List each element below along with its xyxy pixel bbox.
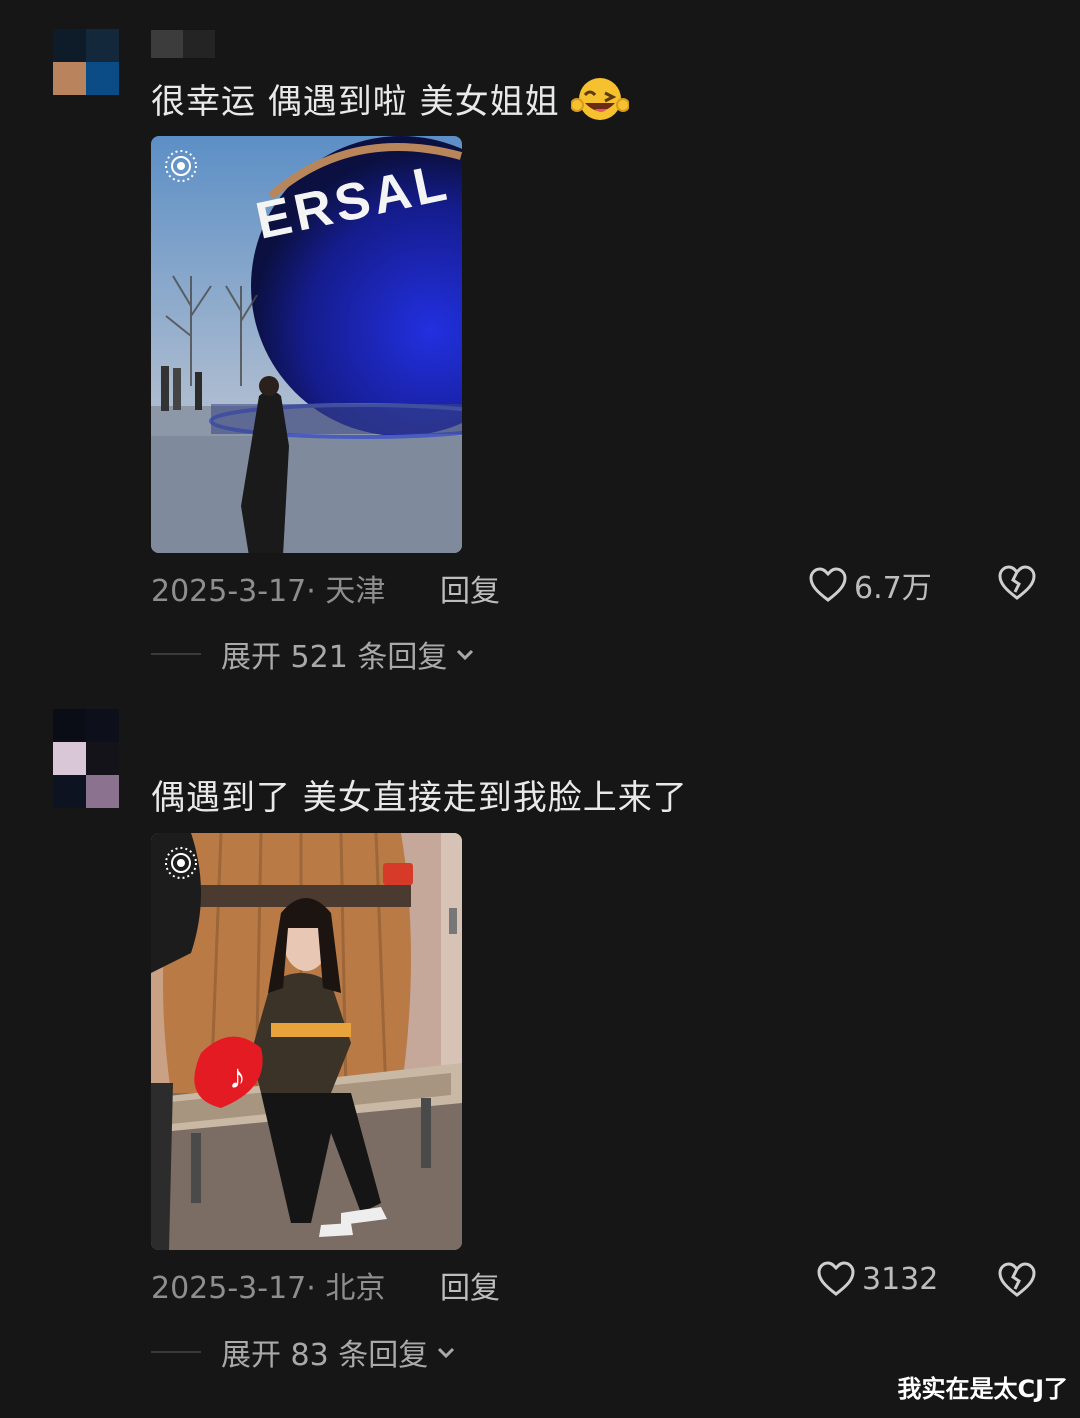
comment-date-location: 2025-3-17· 北京	[151, 1271, 386, 1306]
username-pixelated[interactable]	[151, 30, 215, 58]
like-button[interactable]: 3132	[816, 1260, 938, 1298]
like-button[interactable]: 6.7万	[808, 563, 932, 607]
divider-line	[151, 1351, 201, 1353]
avatar[interactable]	[53, 29, 119, 95]
chevron-down-icon	[457, 649, 474, 661]
expand-replies-label: 展开 83 条回复	[221, 1338, 429, 1373]
live-photo-icon	[163, 845, 199, 881]
comment-text: 很幸运 偶遇到啦 美女姐姐	[151, 74, 631, 132]
live-photo-icon	[163, 148, 199, 184]
comment-date-location: 2025-3-17· 天津	[151, 574, 386, 609]
expand-replies[interactable]: 展开 521 条回复	[151, 632, 477, 676]
expand-replies-label: 展开 521 条回复	[221, 640, 448, 675]
broken-heart-icon[interactable]	[996, 1260, 1038, 1300]
like-count: 3132	[862, 1261, 939, 1297]
heart-icon	[809, 567, 847, 602]
reply-button[interactable]: 回复	[440, 566, 500, 610]
watermark-text: 我实在是太CJ了	[897, 1375, 1068, 1403]
avatar[interactable]	[53, 709, 119, 775]
heart-icon	[817, 1261, 855, 1296]
expand-replies[interactable]: 展开 83 条回复	[151, 1330, 458, 1374]
reply-button[interactable]: 回复	[440, 1263, 500, 1307]
broken-heart-icon[interactable]	[996, 563, 1038, 603]
laughing-winking-emoji-icon	[570, 75, 631, 132]
comment-text: 偶遇到了 美女直接走到我脸上来了	[151, 778, 688, 818]
comment-photo[interactable]: ♪	[151, 833, 462, 1250]
divider-line	[151, 653, 201, 655]
like-count: 6.7万	[854, 571, 932, 606]
svg-text:♪: ♪	[229, 1058, 246, 1096]
chevron-down-icon	[438, 1347, 455, 1359]
avatar-lower	[53, 775, 119, 808]
comment-photo[interactable]: ERSAL	[151, 136, 462, 553]
